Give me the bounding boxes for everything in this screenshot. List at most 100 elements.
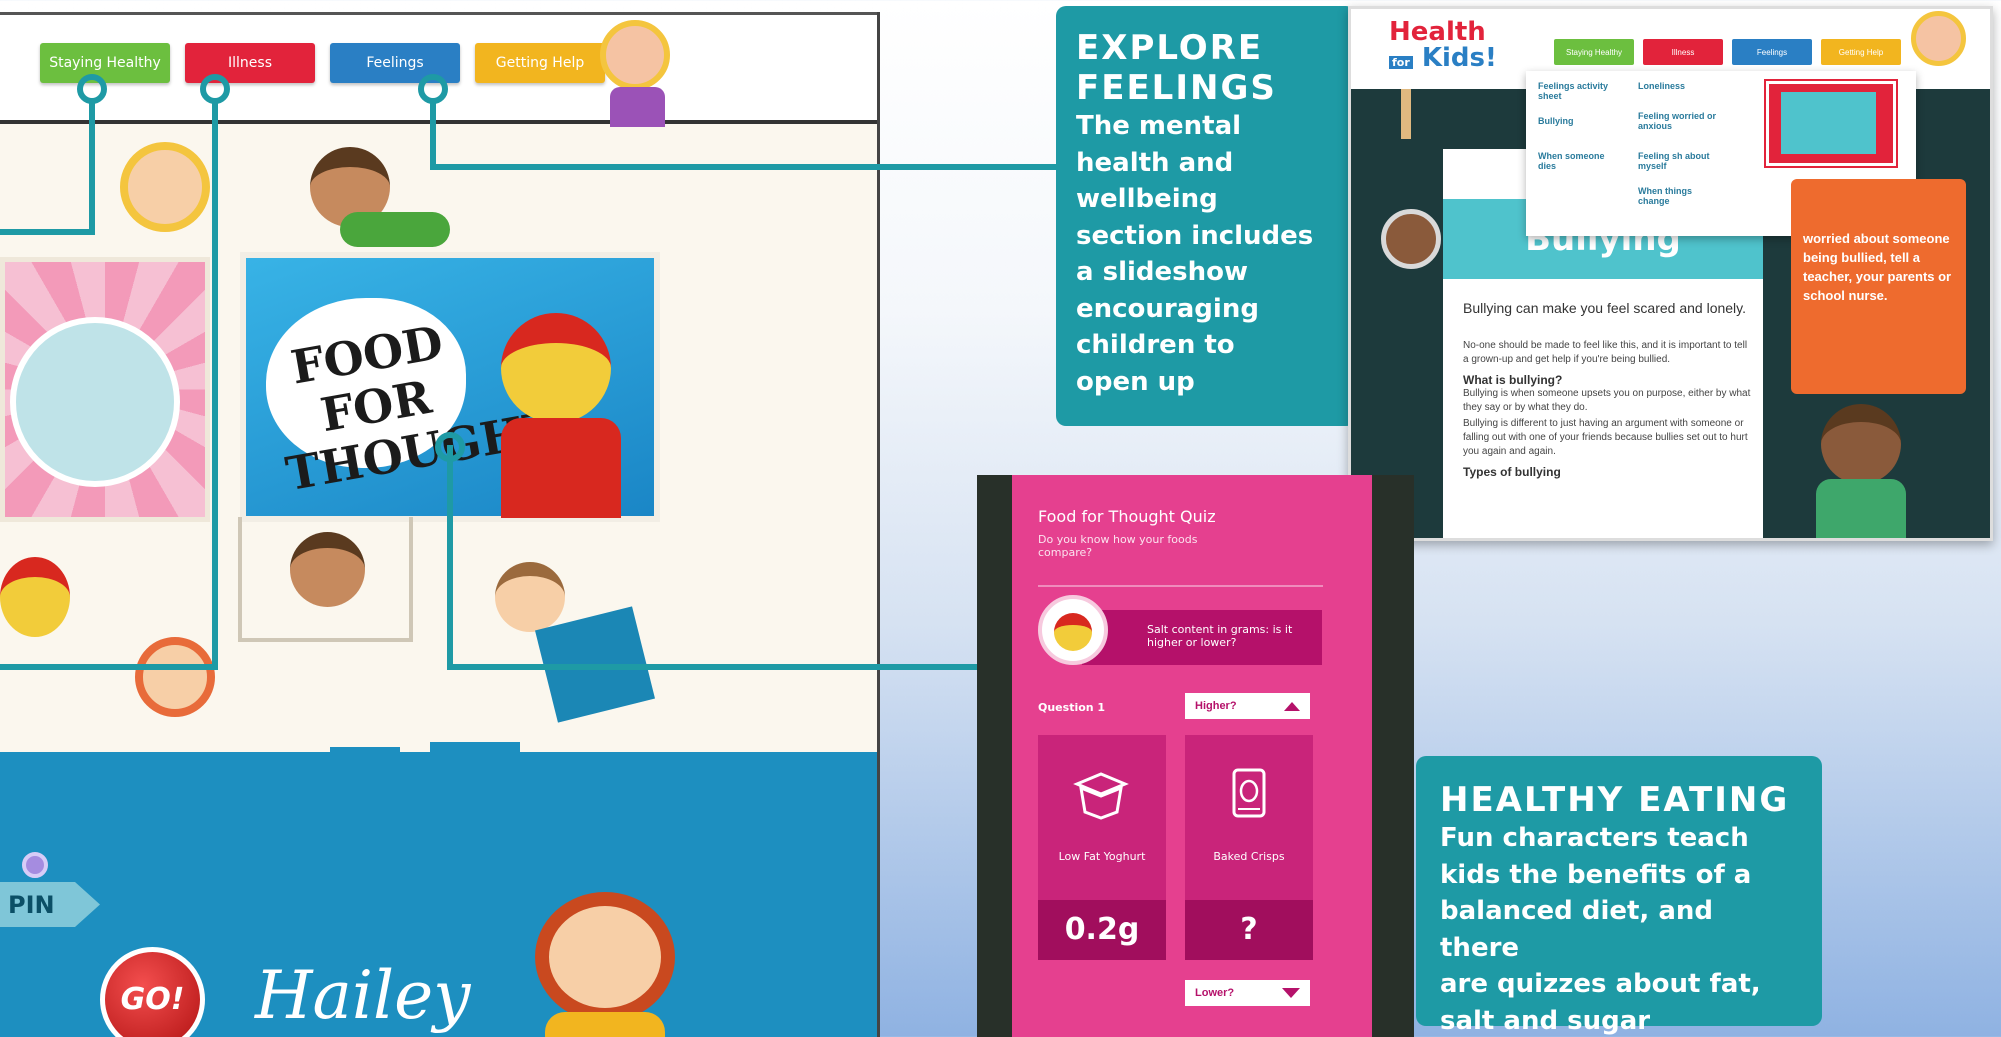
quiz-prompt-box: Salt content in grams: is it higher or l…: [1082, 610, 1322, 665]
connector-dot-icon: [200, 74, 230, 104]
healthy-eating-callout: HEALTHY EATING Fun characters teach kids…: [1416, 756, 1822, 1036]
callout-heading: HEALTHY EATING: [1440, 780, 1790, 820]
nav-staying-healthy-button[interactable]: Staying Healthy: [40, 43, 170, 83]
higher-dropdown[interactable]: Higher?: [1185, 693, 1310, 719]
callout-body-line: salt and sugar: [1440, 1005, 1651, 1036]
food2-value-box: ?: [1185, 900, 1313, 960]
laptop-kid-icon: [495, 562, 565, 632]
bullying-intro: Bullying can make you feel scared and lo…: [1463, 300, 1747, 316]
callout-body-line: section includes: [1076, 220, 1314, 251]
dropdown-link[interactable]: When things change: [1638, 186, 1723, 206]
connector-line: [430, 100, 436, 170]
food-quiz-panel: Food for Thought Quiz Do you know how yo…: [1012, 475, 1372, 1037]
ginger-kid-icon: [135, 637, 215, 717]
connector-line: [0, 229, 95, 235]
dropdown-link[interactable]: Feeling sh about myself: [1638, 151, 1723, 171]
food-card-yoghurt[interactable]: Low Fat Yoghurt 0.2g: [1038, 735, 1166, 960]
hailey-title: Hailey: [255, 957, 471, 1034]
nav-label: Feelings: [366, 55, 424, 71]
food2-value: ?: [1240, 912, 1258, 947]
nav-staying-healthy-button[interactable]: Staying Healthy: [1554, 39, 1634, 65]
go-label: GO!: [120, 982, 185, 1017]
nav-label: Getting Help: [1838, 47, 1884, 57]
triangle-down-icon: [1282, 988, 1300, 998]
nav-label: Illness: [228, 55, 272, 71]
connector-dot-icon: [77, 74, 107, 104]
mascot-girl-icon: [600, 20, 670, 90]
mascot-girl-body: [610, 87, 665, 127]
dropdown-link[interactable]: Loneliness: [1638, 81, 1723, 91]
slideshow-panel[interactable]: [0, 257, 210, 522]
nav-label: Getting Help: [495, 55, 585, 71]
swinging-kid-icon: [290, 532, 365, 607]
rope-icon: [1401, 89, 1411, 139]
dropdown-link[interactable]: Feeling worried or anxious: [1638, 111, 1723, 131]
higher-label: Higher?: [1195, 700, 1237, 712]
callout-body-line: are quizzes about fat,: [1440, 969, 1761, 999]
nav-label: Feelings: [1756, 47, 1788, 57]
snorkel-girl-body: [1816, 479, 1906, 538]
boy-character-body: [340, 212, 450, 247]
crisp-packet-icon: [1232, 768, 1266, 818]
callout-body-line: a slideshow: [1076, 257, 1249, 287]
logo-word: for: [1389, 56, 1413, 69]
dropdown-link[interactable]: Bullying: [1538, 116, 1623, 126]
callout-body-line: encouraging: [1076, 293, 1259, 324]
girl-character-icon: [120, 142, 210, 232]
nav-getting-help-button[interactable]: Getting Help: [1821, 39, 1901, 65]
nav-getting-help-button[interactable]: Getting Help: [475, 43, 605, 83]
hailey-body: [545, 1012, 665, 1037]
food-card-crisps[interactable]: Baked Crisps ?: [1185, 735, 1313, 960]
quiz-character-face: [1054, 613, 1092, 651]
connector-line: [447, 445, 453, 670]
dropdown-link[interactable]: When someone dies: [1538, 151, 1623, 171]
callout-body-line: Fun characters teach: [1440, 823, 1749, 853]
advice-speech-bubble: worried about someone being bullied, tel…: [1791, 179, 1966, 394]
pin-light-icon: [22, 852, 48, 878]
food1-name: Low Fat Yoghurt: [1058, 850, 1146, 863]
mascot-girl-icon: [1911, 11, 1966, 66]
callout-body-line: open up: [1076, 366, 1195, 397]
connector-dot-icon: [418, 74, 448, 104]
snorkel-girl-icon: [1821, 404, 1901, 484]
question-number: Question 1: [1038, 701, 1106, 714]
nav-label: Staying Healthy: [1565, 47, 1623, 57]
callout-body-line: The mental: [1076, 111, 1242, 141]
callout-body-line: health and: [1076, 147, 1234, 178]
quiz-prompt: Salt content in grams: is it higher or l…: [1147, 623, 1293, 649]
presenter-character-icon: [501, 313, 611, 423]
food1-value-box: 0.2g: [1038, 900, 1166, 960]
connector-line: [447, 664, 980, 670]
yoghurt-pot-icon: [1073, 772, 1129, 820]
astronaut-kid-icon: [1381, 209, 1441, 269]
nav-illness-button[interactable]: Illness: [1643, 39, 1723, 65]
nav-feelings-button[interactable]: Feelings: [1732, 39, 1812, 65]
red-hair-kid-icon: [0, 557, 70, 637]
bullying-subheading: Types of bullying: [1463, 465, 1561, 479]
callout-body-line: wellbeing: [1076, 184, 1218, 214]
food-for-thought-title: FOOD FOR THOUGHT: [281, 314, 562, 502]
hippo-illustration: [10, 317, 180, 487]
triangle-up-icon: [1284, 701, 1300, 711]
food2-name: Baked Crisps: [1213, 850, 1285, 863]
lower-label: Lower?: [1195, 987, 1235, 999]
connector-line: [0, 664, 218, 670]
nav-label: Staying Healthy: [49, 55, 161, 71]
quiz-character-avatar: [1038, 595, 1108, 665]
connector-dot-icon: [435, 432, 465, 462]
hailey-character-icon: [535, 892, 675, 1022]
lower-dropdown[interactable]: Lower?: [1185, 980, 1310, 1006]
callout-body-line: kids the benefits of a: [1440, 859, 1752, 890]
nav-label: Illness: [1671, 47, 1695, 57]
bullying-paragraph: Bullying is different to just having an …: [1463, 418, 1748, 457]
logo-word: Kids!: [1421, 43, 1497, 73]
slideshow-thumbnail[interactable]: [1764, 79, 1898, 168]
presenter-jacket: [501, 418, 621, 518]
dropdown-link[interactable]: Feelings activity sheet: [1538, 81, 1623, 101]
quiz-subtitle: Do you know how your foods compare?: [1038, 533, 1198, 559]
thumbnail-image: [1781, 92, 1876, 154]
pin-label: PIN: [8, 890, 55, 919]
callout-heading-line: FEELINGS: [1076, 68, 1277, 108]
health-for-kids-logo[interactable]: Health for Kids!: [1389, 19, 1497, 76]
bullying-paragraph: Bullying is when someone upsets you on p…: [1463, 388, 1751, 413]
